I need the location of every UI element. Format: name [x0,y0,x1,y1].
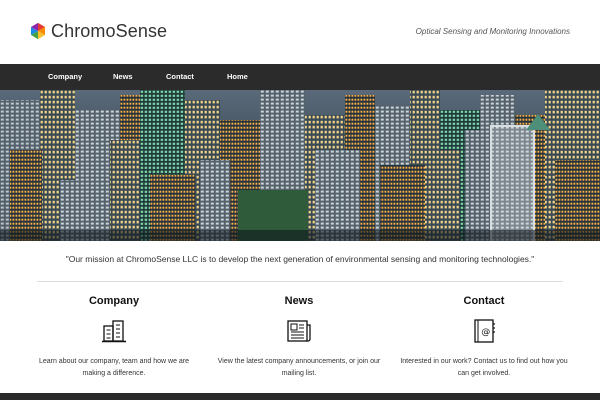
contact-book-icon[interactable]: @ [471,318,497,344]
nav-item-contact[interactable]: Contact [166,64,194,90]
column-title[interactable]: Contact [394,295,574,309]
feature-column-contact: Contact @ Interested in our work? Contac… [394,295,574,380]
column-title[interactable]: Company [24,295,204,309]
feature-column-company: Company Learn about our company, team an… [24,295,204,380]
column-description: Interested in our work? Contact us to fi… [400,358,568,377]
hexagon-logo-icon [30,22,46,40]
nav-item-news[interactable]: News [113,64,133,90]
nav-item-home[interactable]: Home [227,64,248,90]
site-header: ChromoSense Optical Sensing and Monitori… [0,0,600,64]
hero-banner [0,90,600,241]
main-nav: Company News Contact Home [0,64,600,90]
newspaper-icon[interactable] [286,318,312,344]
svg-text:@: @ [481,328,490,338]
column-description: View the latest company announcements, o… [217,358,381,377]
office-building-icon[interactable] [101,318,127,344]
nav-item-company[interactable]: Company [48,64,82,90]
site-footer-bar [0,393,600,400]
mission-statement: "Our mission at ChromoSense LLC is to de… [65,254,535,264]
column-title[interactable]: News [209,295,389,309]
brand-logo[interactable]: ChromoSense [29,22,167,40]
brand-name: ChromoSense [51,21,168,41]
city-skyline-image [0,90,600,241]
feature-column-news: News View the latest company announcemen… [209,295,389,380]
brand-tagline: Optical Sensing and Monitoring Innovatio… [415,27,570,36]
column-description: Learn about our company, team and how we… [38,358,190,377]
section-divider [37,281,563,282]
